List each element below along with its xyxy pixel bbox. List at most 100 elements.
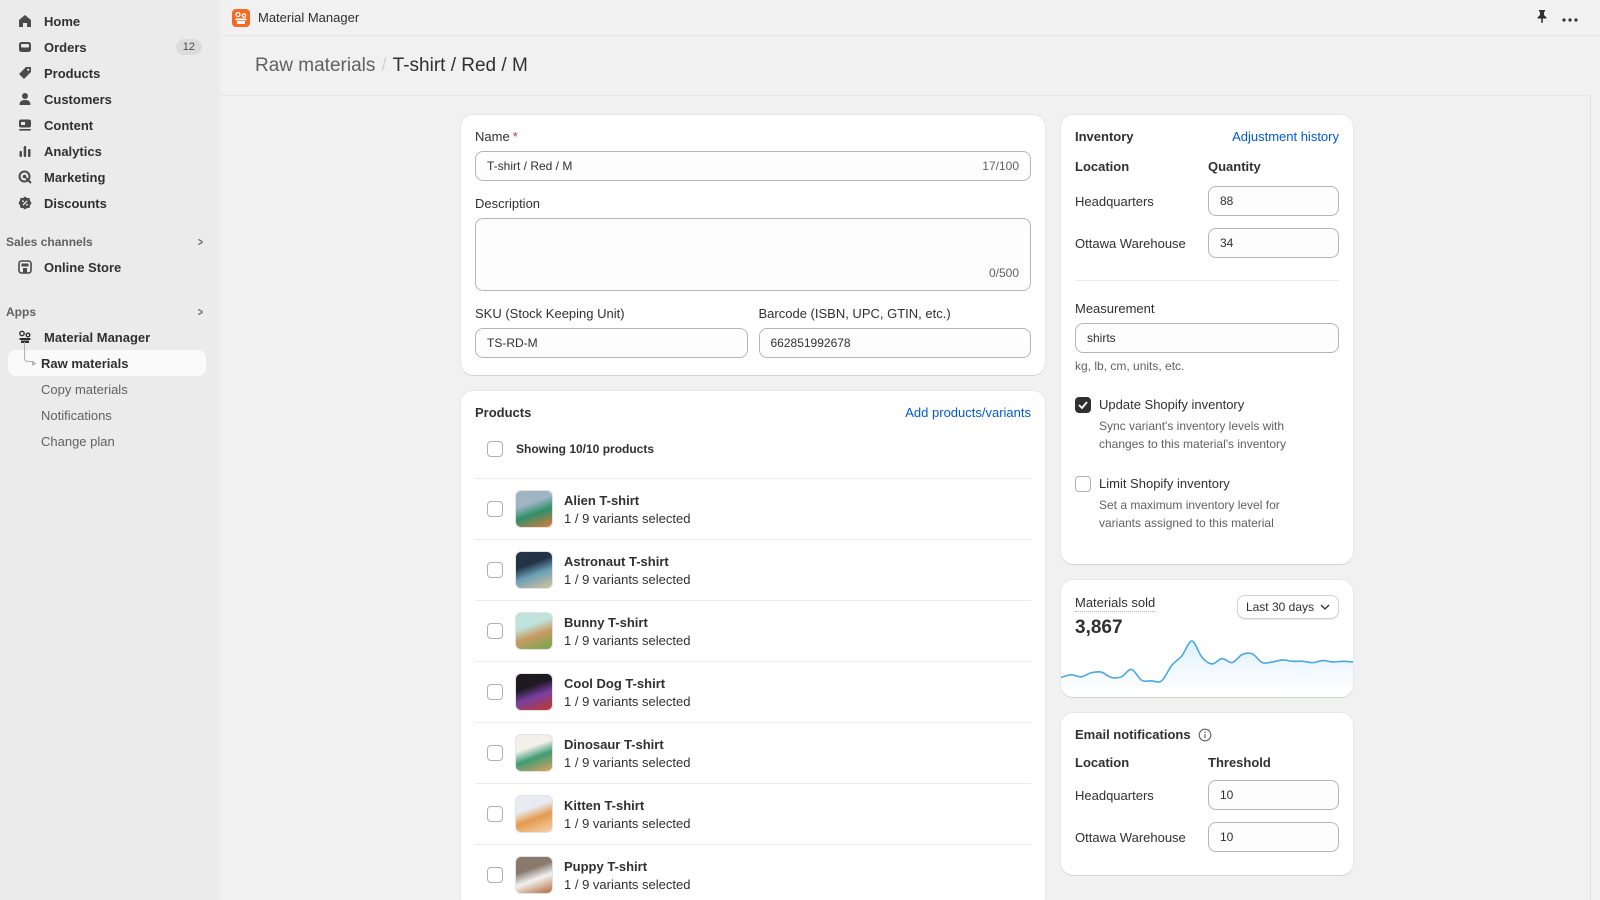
sidebar-item-discounts[interactable]: Discounts (8, 190, 212, 216)
sidebar-item-marketing[interactable]: Marketing (8, 164, 212, 190)
sku-input[interactable]: TS-RD-M (475, 328, 748, 358)
update-shopify-inventory-checkbox[interactable] (1075, 397, 1091, 413)
adjustment-history-link[interactable]: Adjustment history (1232, 129, 1339, 144)
threshold-row: Ottawa Warehouse 10 (1075, 816, 1339, 858)
date-range-select[interactable]: Last 30 days (1236, 595, 1339, 619)
product-checkbox[interactable] (487, 684, 503, 700)
product-row[interactable]: Kitten T-shirt 1 / 9 variants selected (475, 783, 1031, 844)
sidebar-item-label: Marketing (44, 169, 106, 185)
sidebar-item-label: Orders (44, 39, 87, 55)
email-notifications-card: Email notifications Location Threshold H… (1061, 713, 1353, 875)
sidebar-item-home[interactable]: Home (8, 8, 212, 34)
sidebar-item-material-manager[interactable]: Material Manager (8, 324, 212, 350)
description-label: Description (475, 196, 541, 211)
sidebar-item-customers[interactable]: Customers (8, 86, 212, 112)
location-name: Ottawa Warehouse (1075, 235, 1186, 251)
chevron-down-icon (1320, 604, 1330, 610)
product-thumbnail (515, 856, 553, 894)
product-name: Puppy T-shirt (564, 858, 648, 874)
threshold-column-header: Threshold (1208, 755, 1271, 770)
product-name: Bunny T-shirt (564, 614, 648, 630)
required-mark: * (512, 129, 518, 144)
product-thumbnail (515, 795, 553, 833)
select-all-checkbox[interactable] (487, 441, 503, 457)
product-row[interactable]: Bunny T-shirt 1 / 9 variants selected (475, 600, 1031, 661)
info-icon[interactable] (1198, 728, 1212, 742)
sidebar-subitem-copy-materials[interactable]: Copy materials (8, 376, 206, 402)
limit-shopify-option: Limit Shopify inventory Set a maximum in… (1075, 476, 1339, 532)
inventory-card: Inventory Adjustment history Location Qu… (1061, 115, 1353, 564)
breadcrumb-parent-link[interactable]: Raw materials (255, 55, 375, 77)
product-thumbnail (515, 673, 553, 711)
quantity-input[interactable]: 34 (1208, 228, 1339, 258)
product-row[interactable]: Alien T-shirt 1 / 9 variants selected (475, 478, 1031, 539)
name-input[interactable]: T-shirt / Red / M 17/100 (475, 151, 1031, 181)
sidebar-subitem-change-plan[interactable]: Change plan (8, 428, 206, 454)
add-products-variants-link[interactable]: Add products/variants (905, 405, 1031, 420)
chevron-right-icon: > (198, 305, 203, 319)
divider (1075, 280, 1339, 281)
inventory-row: Ottawa Warehouse 34 (1075, 222, 1339, 264)
showing-count: Showing 10/10 products (516, 442, 655, 456)
product-variants-selected: 1 / 9 variants selected (564, 754, 691, 770)
product-thumbnail (515, 551, 553, 589)
product-variants-selected: 1 / 9 variants selected (564, 693, 691, 709)
product-checkbox[interactable] (487, 745, 503, 761)
product-row[interactable]: Astronaut T-shirt 1 / 9 variants selected (475, 539, 1031, 600)
quantity-input[interactable]: 88 (1208, 186, 1339, 216)
inventory-row: Headquarters 88 (1075, 180, 1339, 222)
threshold-input[interactable]: 10 (1208, 822, 1339, 852)
quantity-column-header: Quantity (1208, 159, 1261, 174)
sales-channels-heading[interactable]: Sales channels > (0, 232, 220, 252)
page-title: T-shirt / Red / M (392, 54, 528, 76)
materials-sold-card: Materials sold 3,867 Last 30 days (1061, 580, 1353, 697)
location-column-header: Location (1075, 755, 1130, 770)
location-column-header: Location (1075, 159, 1130, 174)
product-checkbox[interactable] (487, 562, 503, 578)
more-horizontal-icon[interactable] (1562, 10, 1578, 25)
product-checkbox[interactable] (487, 806, 503, 822)
product-variants-selected: 1 / 9 variants selected (564, 571, 691, 587)
person-icon (18, 92, 32, 106)
pin-icon[interactable] (1536, 9, 1548, 26)
product-variants-selected: 1 / 9 variants selected (564, 876, 691, 892)
update-shopify-inventory-help: Sync variant's inventory levels with cha… (1099, 419, 1287, 451)
product-row[interactable]: Dinosaur T-shirt 1 / 9 variants selected (475, 722, 1031, 783)
tag-icon (18, 66, 32, 80)
sidebar-subitem-notifications[interactable]: Notifications (8, 402, 206, 428)
orders-count-badge: 12 (175, 39, 202, 55)
product-checkbox[interactable] (487, 623, 503, 639)
description-textarea[interactable]: 0/500 (475, 218, 1031, 291)
sidebar-subitem-raw-materials[interactable]: ▸ Raw materials (8, 342, 206, 376)
product-name: Cool Dog T-shirt (564, 675, 666, 691)
threshold-row: Headquarters 10 (1075, 774, 1339, 816)
barcode-label: Barcode (ISBN, UPC, GTIN, etc.) (758, 306, 951, 321)
limit-shopify-inventory-checkbox[interactable] (1075, 476, 1091, 492)
product-checkbox[interactable] (487, 501, 503, 517)
material-details-card: Name * T-shirt / Red / M 17/100 Descripti… (461, 115, 1045, 375)
product-name: Dinosaur T-shirt (564, 736, 664, 752)
threshold-input[interactable]: 10 (1208, 780, 1339, 810)
product-row[interactable]: Cool Dog T-shirt 1 / 9 variants selected (475, 661, 1031, 722)
sidebar-item-orders[interactable]: Orders 12 (8, 34, 212, 60)
name-char-counter: 17/100 (982, 159, 1019, 173)
product-row[interactable]: Puppy T-shirt 1 / 9 variants selected (475, 844, 1031, 900)
barcode-input[interactable]: 662851992678 (758, 328, 1031, 358)
limit-shopify-inventory-label: Limit Shopify inventory (1099, 476, 1230, 491)
apps-heading[interactable]: Apps > (0, 302, 220, 322)
name-label: Name * (475, 129, 518, 144)
measurement-help-text: kg, lb, cm, units, etc. (1075, 359, 1185, 373)
sidebar-item-online-store[interactable]: Online Store (8, 254, 212, 280)
scrollbar[interactable] (1590, 96, 1591, 900)
product-checkbox[interactable] (487, 867, 503, 883)
product-name: Alien T-shirt (564, 492, 640, 508)
sidebar-item-label: Customers (44, 91, 112, 107)
sidebar-nav: Home Orders 12 Products Customers Conten… (0, 8, 220, 216)
product-variants-selected: 1 / 9 variants selected (564, 815, 691, 831)
limit-shopify-inventory-help: Set a maximum inventory level for varian… (1099, 498, 1280, 530)
sidebar-item-products[interactable]: Products (8, 60, 212, 86)
sidebar-item-analytics[interactable]: Analytics (8, 138, 212, 164)
update-shopify-inventory-label: Update Shopify inventory (1099, 397, 1245, 412)
sidebar-item-content[interactable]: Content (8, 112, 212, 138)
measurement-input[interactable]: shirts (1075, 323, 1339, 353)
